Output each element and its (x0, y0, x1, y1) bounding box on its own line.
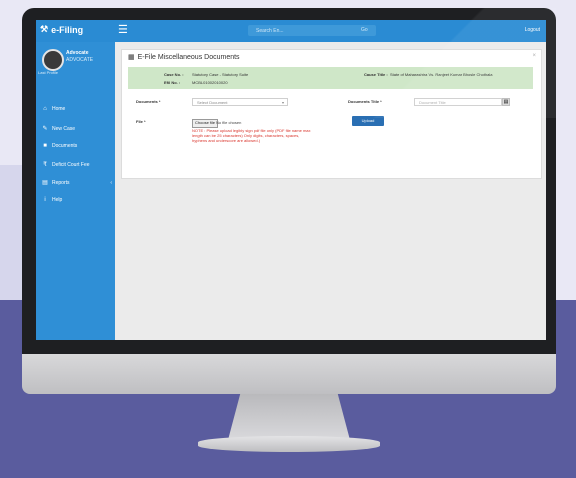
cause-title-label: Cause Title : (364, 72, 388, 77)
panel-title: ▦ E-File Miscellaneous Documents (128, 53, 240, 62)
sidebar-item-label: New Case (52, 125, 76, 132)
case-no-label: Case No. : (164, 72, 184, 77)
sidebar: Advocate ADVOCATE Last Profile ⌂ Home ✎ … (36, 42, 115, 340)
sidebar-item-deficit-court-fee[interactable]: ₹ Deficit Court Fee (42, 161, 112, 169)
main-content: ▦ E-File Miscellaneous Documents × Case … (115, 42, 546, 340)
hamburger-menu-icon[interactable]: ☰ (118, 25, 128, 36)
home-icon: ⌂ (43, 106, 47, 112)
case-info-box: Case No. : Statutory Case - Statutory Su… (128, 67, 533, 89)
chevron-left-icon: ‹ (110, 179, 112, 186)
calendar-icon[interactable]: ▤ (502, 98, 510, 106)
sidebar-item-documents[interactable]: ■ Documents (42, 143, 112, 149)
avatar (42, 49, 64, 71)
no-file-text: No file chosen (216, 120, 242, 125)
sidebar-item-reports[interactable]: ▤ Reports ‹ (42, 179, 112, 187)
cause-title-value: State of Maharashtra Vs. Ranjeet Kumar B… (390, 72, 493, 77)
brand-label: e-Filing (51, 24, 84, 35)
monitor-stand (228, 394, 350, 440)
sidebar-item-label: Reports (52, 179, 70, 186)
sidebar-item-label: Documents (52, 143, 78, 149)
user-name: Advocate (66, 50, 89, 56)
search-input[interactable]: Search En... (248, 25, 376, 36)
upload-note: NOTE : Please upload legibly sign pdf fi… (192, 128, 311, 143)
sidebar-item-label: Deficit Court Fee (52, 161, 90, 168)
sidebar-item-home[interactable]: ⌂ Home (42, 106, 112, 112)
document-title-input[interactable]: Document Title (414, 98, 502, 106)
documents-select-value: Select Document (197, 99, 228, 105)
efil-no-value: MCBL01002010020 (192, 80, 228, 85)
top-bar: ⚒ e-Filing ☰ Search En... Go Logout (36, 20, 546, 42)
user-subtitle: Last Profile (38, 70, 59, 75)
user-role[interactable]: ADVOCATE (66, 57, 93, 63)
sidebar-item-label: Help (52, 197, 63, 203)
miscellaneous-documents-panel: ▦ E-File Miscellaneous Documents × Case … (121, 49, 542, 179)
document-title-label: Documents Title * (348, 99, 382, 104)
chevron-down-icon: ▾ (281, 99, 284, 105)
logout-link[interactable]: Logout (525, 27, 540, 33)
document-icon: ■ (43, 143, 47, 149)
brand[interactable]: ⚒ e-Filing (40, 24, 83, 35)
sidebar-item-label: Home (52, 106, 66, 112)
monitor-chin (22, 354, 556, 394)
monitor-screen: ⚒ e-Filing ☰ Search En... Go Logout Advo… (36, 20, 546, 340)
search-go-button[interactable]: Go (361, 27, 368, 33)
upload-button[interactable]: Upload (352, 116, 384, 126)
efil-no-label: Efil No. : (164, 80, 181, 85)
case-no-value: Statutory Case - Statutory Suite (192, 72, 249, 77)
panel-title-label: E-File Miscellaneous Documents (137, 53, 240, 61)
documents-label: Documents * (136, 99, 161, 104)
document-icon: ▦ (128, 54, 135, 61)
choose-file-button[interactable]: Choose file (192, 119, 219, 128)
sidebar-item-new-case[interactable]: ✎ New Case (42, 125, 112, 133)
gavel-icon: ⚒ (40, 24, 49, 34)
documents-select[interactable]: Select Document ▾ (192, 98, 288, 106)
monitor-base (198, 436, 380, 452)
report-icon: ▤ (42, 180, 48, 186)
info-icon: i (44, 197, 46, 203)
background-block (0, 165, 22, 300)
sidebar-item-help[interactable]: i Help (42, 197, 112, 203)
rupee-icon: ₹ (43, 162, 47, 168)
file-label: File * (136, 119, 146, 124)
edit-icon: ✎ (42, 126, 48, 132)
close-icon[interactable]: × (532, 53, 536, 59)
